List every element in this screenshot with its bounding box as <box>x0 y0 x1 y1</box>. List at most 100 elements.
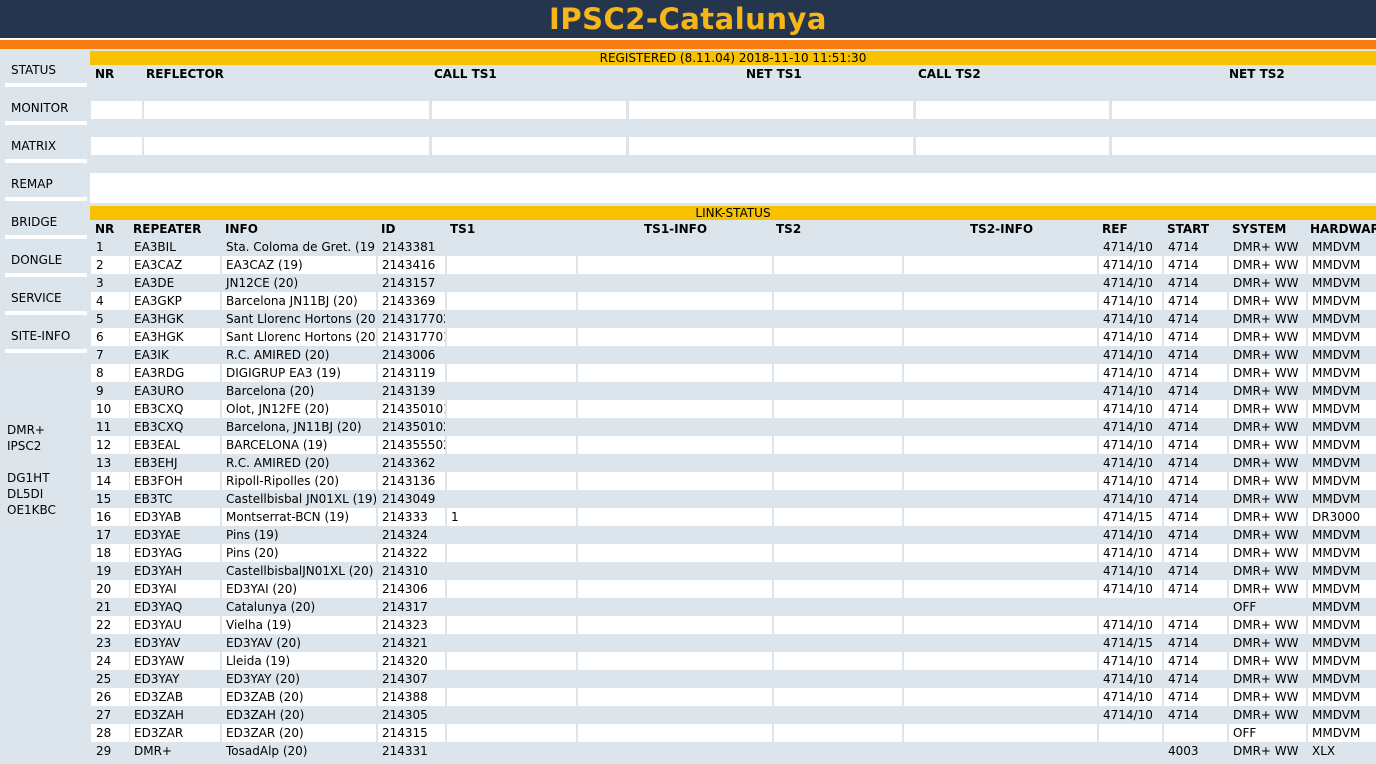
ref-cell <box>1099 598 1162 616</box>
ts2-cell <box>774 454 902 472</box>
hardware-cell: MMDVM <box>1308 310 1376 328</box>
ts1-info-cell <box>578 598 772 616</box>
start-cell: 4714 <box>1164 328 1227 346</box>
ts2-cell <box>774 310 902 328</box>
ts2-info-cell <box>904 436 1097 454</box>
nav-status[interactable]: STATUS <box>5 51 87 87</box>
id-cell: 214315 <box>378 724 445 742</box>
hardware-cell: MMDVM <box>1308 616 1376 634</box>
ts1-info-cell <box>578 724 772 742</box>
repeater-cell: ED3YAQ <box>130 598 220 616</box>
ts1-info-cell <box>578 274 772 292</box>
hardware-cell: MMDVM <box>1308 382 1376 400</box>
nr-cell: 16 <box>91 508 129 526</box>
ts2-cell <box>774 400 902 418</box>
start-cell: 4714 <box>1164 670 1227 688</box>
repeater-cell: EA3HGK <box>130 328 220 346</box>
info-cell: Sant Llorenc Hortons (20) <box>222 310 376 328</box>
start-cell: 4714 <box>1164 436 1227 454</box>
ts2-info-cell <box>904 346 1097 364</box>
info-cell: CastellbisbalJN01XL (20) <box>222 562 376 580</box>
repeater-cell: EB3EAL <box>130 436 220 454</box>
id-cell: 2143136 <box>378 472 445 490</box>
ts1-cell <box>447 580 576 598</box>
table-row: 3 EA3DE JN12CE (20) 2143157 4714/10 4714 DMR+ … <box>90 274 1376 292</box>
nav-matrix[interactable]: MATRIX <box>5 127 87 163</box>
start-cell: 4714 <box>1164 364 1227 382</box>
ts2-cell <box>774 526 902 544</box>
ts1-info-cell <box>578 328 772 346</box>
start-cell: 4714 <box>1164 418 1227 436</box>
ts1-cell <box>447 652 576 670</box>
info-cell: Barcelona JN11BJ (20) <box>222 292 376 310</box>
sidebar: STATUS MONITOR MATRIX REMAP BRIDGE DONGL… <box>0 49 90 764</box>
system-cell: DMR+ WW <box>1229 310 1306 328</box>
ref-cell: 4714/10 <box>1099 382 1162 400</box>
id-cell: 214350102 <box>378 418 445 436</box>
repeater-cell: ED3YAI <box>130 580 220 598</box>
nr-cell: 18 <box>91 544 129 562</box>
info-cell: Barcelona (20) <box>222 382 376 400</box>
table-cell <box>629 137 913 155</box>
table-row: 12 EB3EAL BARCELONA (19) 214355502 4714/10 47… <box>90 436 1376 454</box>
ts1-info-cell <box>578 418 772 436</box>
id-cell: 214322 <box>378 544 445 562</box>
ts1-info-cell <box>578 508 772 526</box>
ts1-info-cell <box>578 742 772 760</box>
nav-remap[interactable]: REMAP <box>5 165 87 201</box>
table-cell <box>91 137 142 155</box>
page-title: IPSC2-Catalunya <box>549 2 827 36</box>
nav-dongle[interactable]: DONGLE <box>5 241 87 277</box>
ts2-info-cell <box>904 580 1097 598</box>
table-cell <box>916 137 1109 155</box>
nav-bridge[interactable]: BRIDGE <box>5 203 87 239</box>
nav-site-info[interactable]: SITE-INFO <box>5 317 87 353</box>
hardware-cell: MMDVM <box>1308 328 1376 346</box>
info-cell: R.C. AMIRED (20) <box>222 454 376 472</box>
ref-cell: 4714/10 <box>1099 238 1162 256</box>
registered-empty-row <box>90 137 1376 155</box>
repeater-cell: DMR+ <box>130 742 220 760</box>
table-row: 18 ED3YAG Pins (20) 214322 4714/10 4714 DMR+ W… <box>90 544 1376 562</box>
system-cell: DMR+ WW <box>1229 526 1306 544</box>
system-type: IPSC2 <box>7 439 42 453</box>
ts2-cell <box>774 274 902 292</box>
info-cell: Pins (19) <box>222 526 376 544</box>
nav-service[interactable]: SERVICE <box>5 279 87 315</box>
nr-cell: 21 <box>91 598 129 616</box>
repeater-cell: EA3URO <box>130 382 220 400</box>
ts2-cell <box>774 544 902 562</box>
start-cell: 4714 <box>1164 508 1227 526</box>
ts2-info-cell <box>904 454 1097 472</box>
system-cell: OFF <box>1229 724 1306 742</box>
id-cell: 214306 <box>378 580 445 598</box>
nav-monitor[interactable]: MONITOR <box>5 89 87 125</box>
repeater-cell: ED3YAY <box>130 670 220 688</box>
system-cell: DMR+ WW <box>1229 256 1306 274</box>
table-row: 20 ED3YAI ED3YAI (20) 214306 4714/10 4714 DMR+… <box>90 580 1376 598</box>
table-row: 29 DMR+ TosadAlp (20) 214331 4003 DMR+ WW XLX <box>90 742 1376 760</box>
start-cell: 4714 <box>1164 238 1227 256</box>
ts2-cell <box>774 346 902 364</box>
ts1-cell <box>447 418 576 436</box>
ts1-info-cell <box>578 436 772 454</box>
ref-cell: 4714/10 <box>1099 688 1162 706</box>
ts1-info-cell <box>578 472 772 490</box>
nr-cell: 2 <box>91 256 129 274</box>
ts1-cell <box>447 346 576 364</box>
id-cell: 214321 <box>378 634 445 652</box>
table-cell <box>432 137 626 155</box>
info-cell: ED3ZAH (20) <box>222 706 376 724</box>
ref-cell <box>1099 742 1162 760</box>
table-row: 22 ED3YAU Vielha (19) 214323 4714/10 4714 DMR+… <box>90 616 1376 634</box>
ts2-info-cell <box>904 634 1097 652</box>
ref-cell <box>1099 724 1162 742</box>
ref-cell: 4714/10 <box>1099 472 1162 490</box>
table-cell <box>91 101 142 119</box>
info-cell: ED3YAI (20) <box>222 580 376 598</box>
ts2-cell <box>774 616 902 634</box>
id-cell: 2143416 <box>378 256 445 274</box>
table-row: 15 EB3TC Castellbisbal JN01XL (19) 2143049 4… <box>90 490 1376 508</box>
id-cell: 214323 <box>378 616 445 634</box>
system-cell: DMR+ WW <box>1229 634 1306 652</box>
